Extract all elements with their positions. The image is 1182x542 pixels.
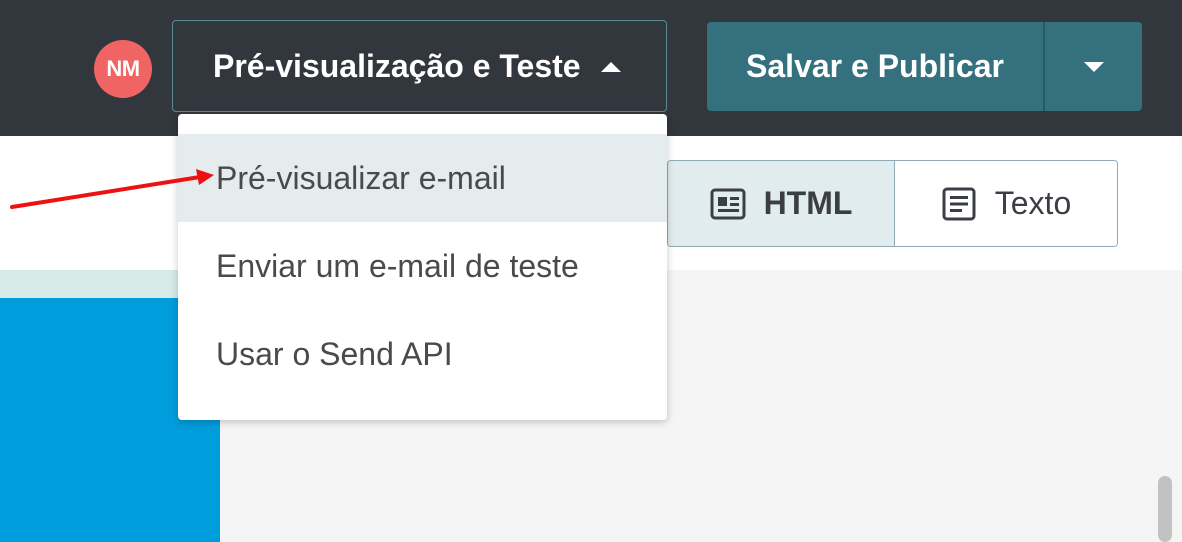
- save-options-dropdown-button[interactable]: [1045, 22, 1142, 111]
- preview-and-test-label: Pré-visualização e Teste: [213, 47, 581, 84]
- text-view-icon: [942, 187, 976, 220]
- menu-item-label: Pré-visualizar e-mail: [216, 159, 506, 196]
- preview-dropdown-menu: Pré-visualizar e-mail Enviar um e-mail d…: [178, 114, 667, 420]
- menu-item-send-test-email[interactable]: Enviar um e-mail de teste: [178, 222, 667, 310]
- vertical-scrollbar[interactable]: [1158, 476, 1172, 542]
- menu-item-label: Usar o Send API: [216, 335, 453, 372]
- menu-item-use-send-api[interactable]: Usar o Send API: [178, 310, 667, 398]
- editor-window: NM Pré-visualização e Teste Salvar e Pub…: [0, 0, 1182, 542]
- caret-up-icon: [600, 62, 621, 72]
- avatar[interactable]: NM: [94, 40, 152, 98]
- view-mode-toggle: HTML Texto: [667, 160, 1118, 247]
- menu-item-preview-email[interactable]: Pré-visualizar e-mail: [178, 134, 667, 222]
- html-view-option[interactable]: HTML: [668, 161, 895, 246]
- html-view-icon: [710, 188, 746, 219]
- html-view-label: HTML: [763, 185, 853, 221]
- save-publish-button[interactable]: Salvar e Publicar: [707, 22, 1043, 111]
- text-view-option[interactable]: Texto: [895, 161, 1117, 246]
- avatar-initials: NM: [106, 56, 140, 81]
- caret-down-icon: [1083, 61, 1104, 72]
- save-publish-label: Salvar e Publicar: [746, 48, 1004, 84]
- menu-item-label: Enviar um e-mail de teste: [216, 247, 579, 284]
- text-view-label: Texto: [994, 185, 1072, 221]
- save-publish-group: Salvar e Publicar: [707, 22, 1142, 111]
- preview-and-test-button[interactable]: Pré-visualização e Teste: [172, 20, 667, 112]
